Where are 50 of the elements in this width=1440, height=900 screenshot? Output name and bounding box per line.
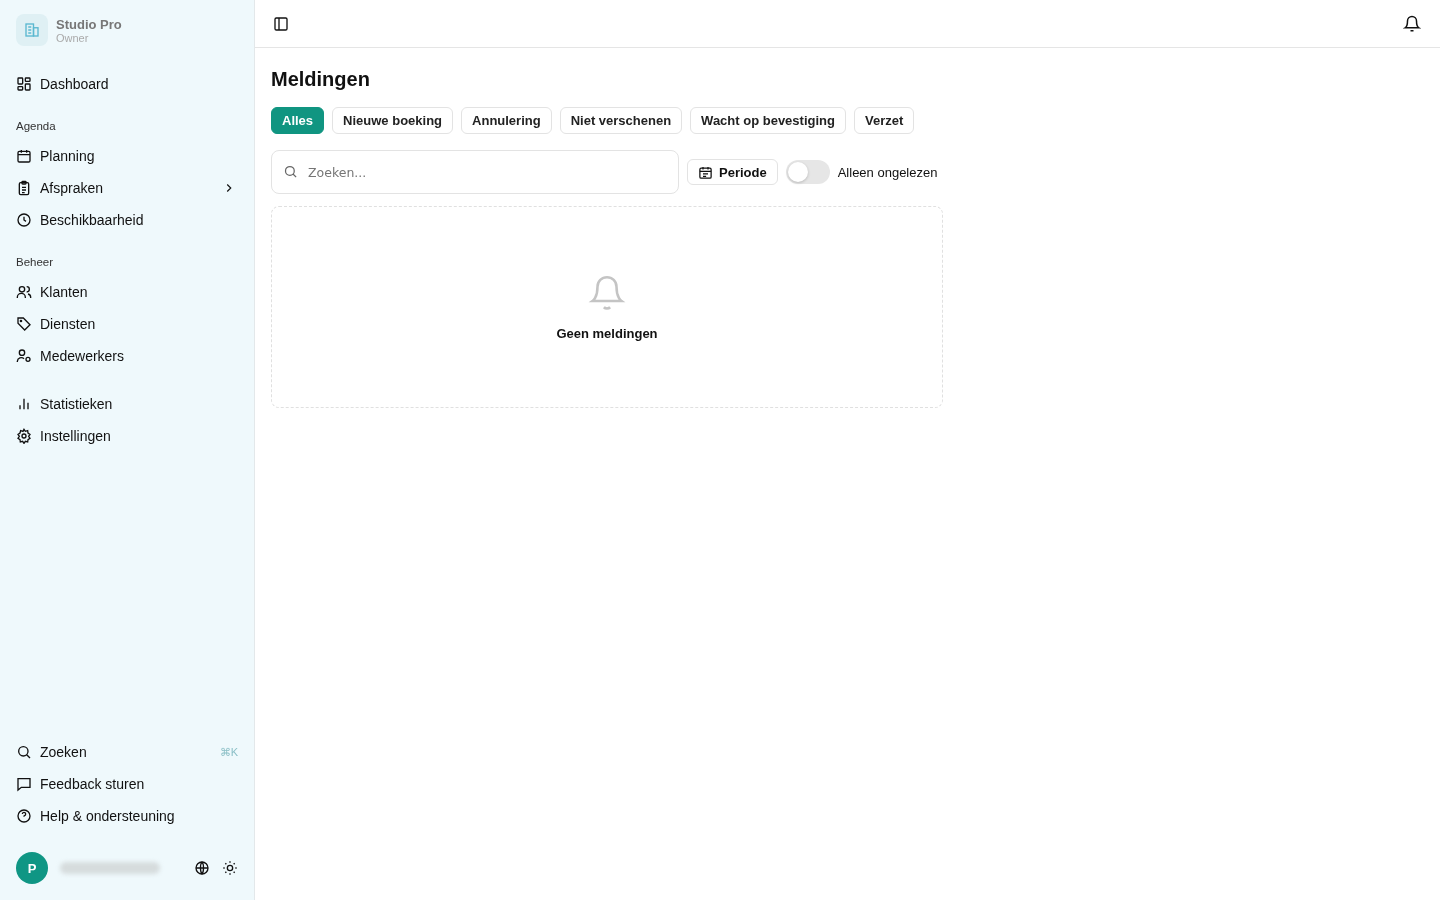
workspace-name: Studio Pro	[56, 16, 122, 32]
shortcut-hint: ⌘K	[219, 745, 238, 759]
filter-tab[interactable]: Wacht op bevestiging	[690, 107, 846, 134]
nav-item[interactable]: Afspraken	[16, 172, 238, 204]
users-icon	[16, 284, 32, 300]
filter-tab[interactable]: Nieuwe boeking	[332, 107, 454, 134]
nav-item[interactable]: Help & ondersteuning	[16, 800, 238, 832]
search-icon	[283, 164, 298, 179]
toggle-switch[interactable]	[785, 160, 830, 184]
grid-icon	[16, 76, 32, 92]
user-avatar[interactable]: P	[16, 852, 48, 884]
nav-heading: Agenda	[16, 120, 57, 132]
page-title: Meldingen	[271, 68, 371, 91]
nav-item[interactable]: Medewerkers	[16, 340, 238, 372]
nav-item[interactable]: Feedback sturen	[16, 768, 238, 800]
globe-icon[interactable]	[194, 860, 210, 876]
clock-icon	[16, 212, 32, 228]
nav-item[interactable]: Statistieken	[16, 388, 238, 420]
nav-item[interactable]: Beschikbaarheid	[16, 204, 238, 236]
search-icon	[16, 744, 32, 760]
filter-tab[interactable]: Verzet	[853, 107, 915, 134]
help-icon	[16, 808, 32, 824]
sun-icon[interactable]	[222, 860, 238, 876]
nav-heading: Beheer	[16, 256, 55, 268]
nav-item[interactable]: Instellingen	[16, 420, 238, 452]
building-icon	[16, 14, 48, 46]
toggle-label: Alleen ongelezen	[837, 164, 938, 180]
nav-item[interactable]: Planning	[16, 140, 238, 172]
calendar-icon	[16, 148, 32, 164]
clipboard-icon	[16, 180, 32, 196]
workspace-role: Owner	[56, 31, 90, 44]
filter-tab[interactable]: Niet verschenen	[559, 107, 683, 134]
bar-chart-icon	[16, 396, 32, 412]
speech-bubble-icon	[16, 776, 32, 792]
filter-tab[interactable]: Alles	[271, 107, 325, 134]
empty-message: Geen meldingen	[556, 325, 658, 341]
period-button[interactable]: Periode	[687, 159, 778, 185]
tag-icon	[16, 316, 32, 332]
settings-icon	[16, 428, 32, 444]
nav-item[interactable]: Klanten	[16, 276, 238, 308]
nav-item[interactable]: Diensten	[16, 308, 238, 340]
nav-item[interactable]: Dashboard	[16, 68, 238, 100]
sidebar-toggle-icon[interactable]	[273, 15, 289, 32]
filter-tab[interactable]: Annulering	[461, 107, 552, 134]
search-field[interactable]: Zoeken...	[271, 150, 679, 194]
bell-icon	[588, 273, 626, 312]
calendar-icon	[698, 164, 713, 180]
user-gear-icon	[16, 348, 32, 364]
nav-item[interactable]: Zoeken ⌘K	[16, 736, 238, 768]
bell-icon[interactable]	[1403, 14, 1421, 33]
